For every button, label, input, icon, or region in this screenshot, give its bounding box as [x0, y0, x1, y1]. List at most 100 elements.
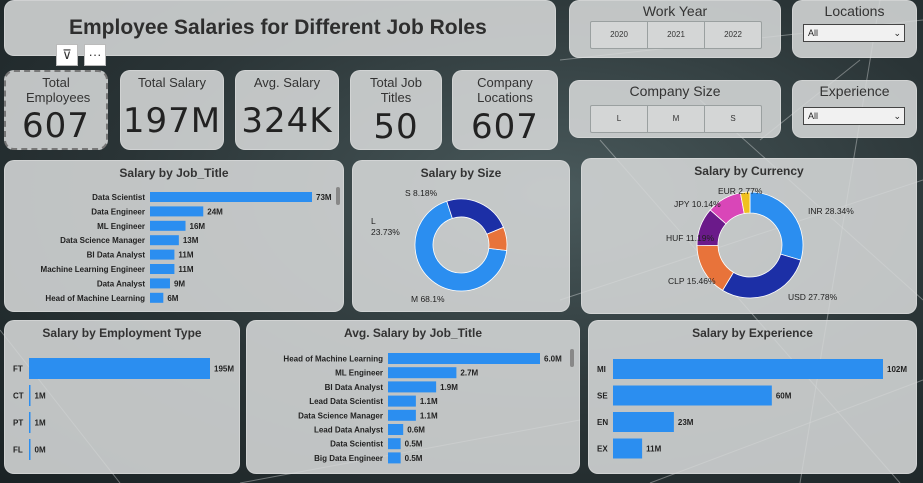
bar [388, 381, 437, 393]
company-size-option[interactable]: L [591, 106, 648, 132]
data-label: 11M [178, 251, 193, 260]
work-year-option[interactable]: 2020 [591, 22, 648, 48]
slicer-caption: Work Year [642, 3, 708, 19]
kpi-avg-salary[interactable]: Avg. Salary 324K [235, 70, 339, 150]
slice-label: 23.73% [371, 227, 400, 237]
bar [150, 192, 312, 202]
category-label: ML Engineer [97, 222, 145, 231]
data-label: 1M [35, 419, 46, 428]
bar [150, 278, 170, 289]
salary-by-size-card: Salary by Size M 68.1% L 23.73% S 8.18% [352, 160, 570, 312]
data-label: 6M [167, 294, 178, 303]
slice-label: USD 27.78% [788, 292, 838, 302]
kpi-label: Total Employees [26, 75, 91, 105]
salary-by-job-title-card: Salary by Job_Title Data Scientist 73M Dat… [4, 160, 344, 312]
slicer-caption: Locations [824, 3, 885, 19]
slice-label: M 68.1% [411, 294, 445, 304]
slice-label: INR 28.34% [808, 206, 854, 216]
bar [150, 220, 186, 231]
kpi-value: 197M [122, 101, 222, 141]
category-label: CT [13, 392, 24, 401]
data-label: 2.7M [460, 369, 478, 378]
filter-icon[interactable]: ⊽ [56, 44, 78, 66]
kpi-label: Avg. Salary [253, 75, 321, 90]
data-label: 24M [207, 207, 223, 216]
data-label: 9M [174, 279, 185, 288]
category-label: Data Analyst [97, 279, 146, 288]
scrollbar [336, 187, 340, 205]
slice-label: EUR 2.77% [718, 186, 763, 196]
salary-by-size-chart: M 68.1% L23.73% S 8.18% [371, 188, 508, 304]
more-options-icon[interactable]: ··· [84, 44, 106, 66]
bar [29, 358, 210, 379]
data-label: 1.1M [420, 397, 438, 406]
bar [388, 409, 416, 421]
data-label: 6.0M [544, 355, 562, 364]
category-label: BI Data Analyst [87, 251, 146, 260]
kpi-value: 50 [373, 107, 419, 147]
slice [749, 191, 804, 261]
category-label: Data Engineer [91, 207, 145, 216]
slice-label: S 8.18% [405, 188, 438, 198]
category-label: Head of Machine Learning [45, 294, 145, 303]
bar [150, 235, 179, 246]
slicer-caption: Company Size [629, 83, 721, 99]
category-label: EX [597, 445, 608, 454]
data-label: 1M [35, 392, 46, 401]
bar [613, 412, 674, 432]
work-year-option[interactable]: 2022 [705, 22, 761, 48]
slice-label: JPY 10.14% [674, 199, 721, 209]
bar [388, 438, 401, 450]
bar [150, 292, 164, 303]
data-label: 11M [178, 265, 193, 274]
data-label: 13M [183, 236, 199, 245]
data-label: 16M [190, 222, 206, 231]
bar [29, 412, 31, 433]
locations-selected: All [808, 28, 819, 38]
company-size-option[interactable]: M [648, 106, 705, 132]
category-label: Data Scientist [330, 440, 383, 449]
category-label: FT [13, 365, 23, 374]
experience-selected: All [808, 111, 819, 121]
category-label: Data Science Manager [298, 411, 383, 420]
salary-by-employment-type-card: Salary by Employment Type FT 195M CT 1M PT 1M… [4, 320, 240, 474]
kpi-total-employees[interactable]: Total Employees 607 [4, 70, 108, 150]
locations-dropdown[interactable]: All ⌄ [803, 24, 905, 42]
work-year-slicer: Work Year 2020 2021 2022 [569, 0, 781, 58]
category-label: PT [13, 419, 23, 428]
locations-slicer: Locations All ⌄ [792, 0, 917, 58]
page-title: Employee Salaries for Different Job Role… [69, 16, 487, 39]
experience-dropdown[interactable]: All ⌄ [803, 107, 905, 125]
bar [29, 385, 31, 406]
work-year-option[interactable]: 2021 [648, 22, 705, 48]
slice-label: CLP 15.46% [668, 276, 716, 286]
kpi-label: Total Salary [138, 75, 206, 90]
company-size-slicer: Company Size L M S [569, 80, 781, 138]
data-label: 0.5M [405, 440, 423, 449]
kpi-total-job-titles[interactable]: Total Job Titles 50 [350, 70, 442, 150]
salary-by-currency-card: Salary by Currency INR 28.34% USD 27.78% C… [581, 158, 917, 314]
bar [150, 264, 175, 274]
avg-salary-by-job-title-chart: Head of Machine Learning 6.0M ML Engineer 2… [283, 349, 574, 464]
scrollbar [570, 349, 574, 367]
category-label: FL [13, 446, 23, 455]
kpi-label: Company Locations [477, 75, 533, 105]
company-size-option[interactable]: S [705, 106, 761, 132]
category-label: EN [597, 418, 608, 427]
salary-by-job-title-chart: Data Scientist 73M Data Engineer 24M ML Engi… [41, 187, 340, 303]
kpi-value: 607 [22, 106, 90, 146]
category-label: Lead Data Scientist [309, 397, 383, 406]
slice-label: L [371, 216, 376, 226]
bar [613, 359, 883, 379]
kpi-company-locations[interactable]: Company Locations 607 [452, 70, 558, 150]
category-label: Lead Data Analyst [314, 426, 383, 435]
slice-label: HUF 11.19% [666, 233, 714, 243]
category-label: Big Data Engineer [314, 454, 383, 463]
salary-by-experience-card: Salary by Experience MI 102M SE 60M EN 23M EX 1… [588, 320, 917, 474]
bar [150, 249, 175, 260]
category-label: MI [597, 365, 606, 374]
kpi-total-salary[interactable]: Total Salary 197M [120, 70, 224, 150]
data-label: 0.5M [405, 454, 423, 463]
data-label: 73M [316, 193, 332, 202]
bar [388, 452, 401, 464]
